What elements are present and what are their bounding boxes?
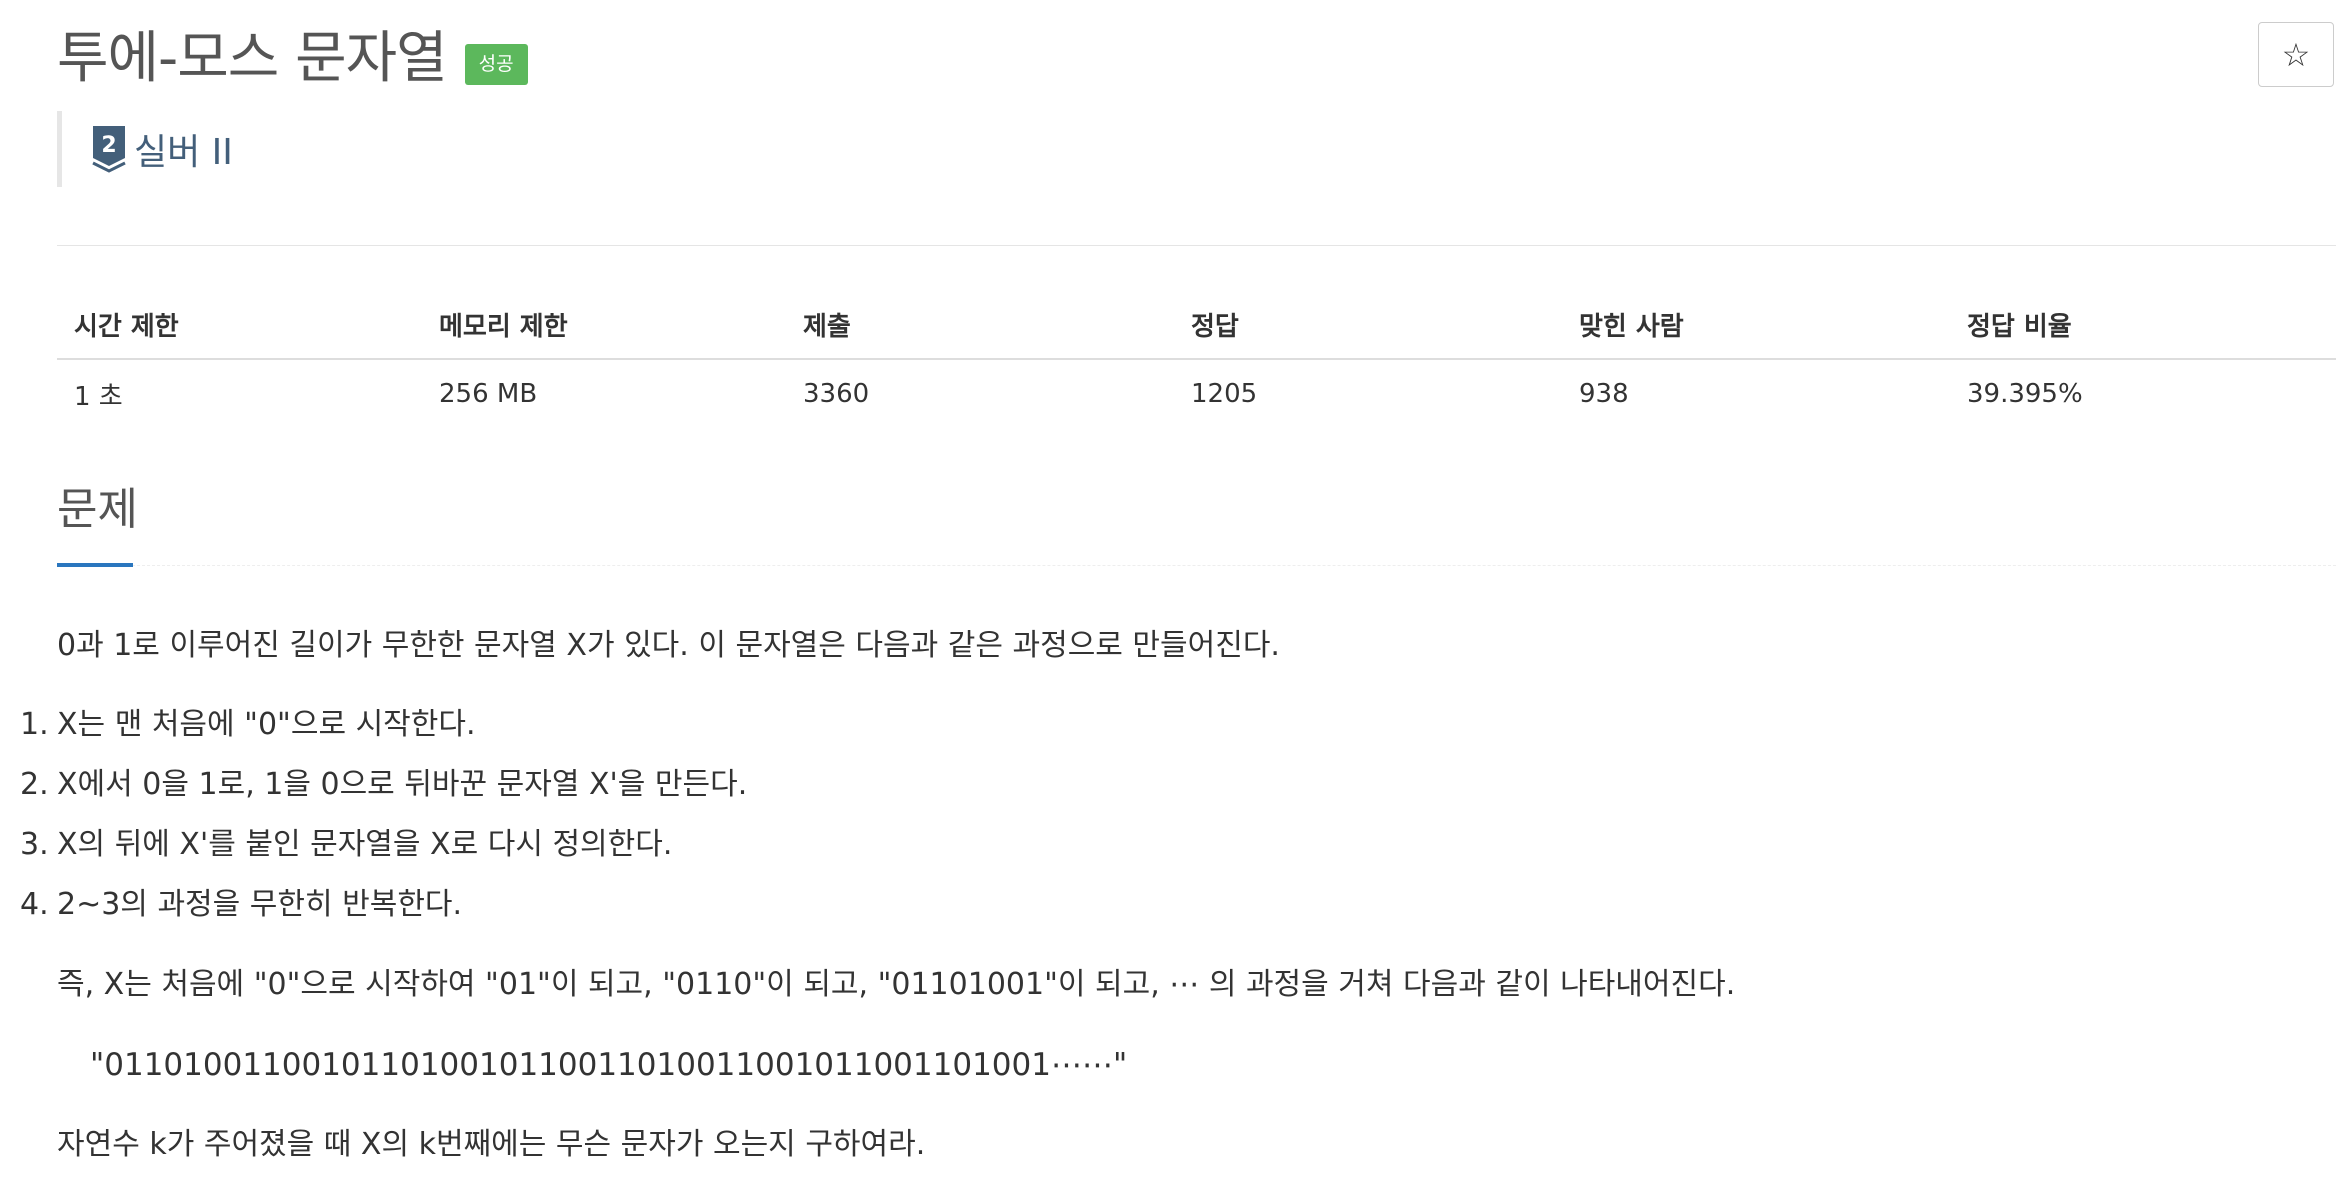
list-item-text: 2~3의 과정을 무한히 반복한다. xyxy=(57,887,463,922)
list-item-number: 3. xyxy=(20,827,49,862)
list-item: 3. X의 뒤에 X'를 붙인 문자열을 X로 다시 정의한다. xyxy=(0,830,747,890)
section-title-underline xyxy=(57,563,133,567)
star-icon: ☆ xyxy=(2281,35,2311,74)
header-accept-ratio: 정답 비율 xyxy=(1967,311,2072,342)
value-accepted: 1205 xyxy=(1191,379,1258,409)
problem-page: 투에-모스 문자열 성공 ☆ 2 실버 II 시간 제한 메모리 제한 제출 정… xyxy=(0,0,2336,1182)
value-time-limit: 1 초 xyxy=(74,381,123,412)
list-item-number: 1. xyxy=(20,707,49,742)
value-solvers: 938 xyxy=(1579,379,1629,409)
header-time-limit: 시간 제한 xyxy=(74,311,179,342)
list-item: 1. X는 맨 처음에 "0"으로 시작한다. xyxy=(0,710,747,770)
section-rule xyxy=(57,565,2336,566)
process-steps: 1. X는 맨 처음에 "0"으로 시작한다. 2. X에서 0을 1로, 1을… xyxy=(0,710,747,950)
silver-tier-shield-icon: 2 xyxy=(92,126,126,173)
section-title: 문제 xyxy=(57,484,138,535)
page-title: 투에-모스 문자열 xyxy=(57,26,448,91)
list-item-text: X의 뒤에 X'를 붙인 문자열을 X로 다시 정의한다. xyxy=(57,827,673,862)
header-submissions: 제출 xyxy=(803,311,851,342)
title-row: 투에-모스 문자열 성공 xyxy=(57,24,528,94)
header-accepted: 정답 xyxy=(1191,311,1239,342)
tier-number: 2 xyxy=(101,133,116,158)
tier-label[interactable]: 실버 II xyxy=(134,123,233,175)
list-item: 4. 2~3의 과정을 무한히 반복한다. xyxy=(0,890,747,950)
example-sequence: "011010011001011010010110011010011001011… xyxy=(90,1047,1128,1083)
favorite-star-button[interactable]: ☆ xyxy=(2258,22,2334,87)
table-row: 1 초 256 MB 3360 1205 938 39.395% xyxy=(57,360,2336,428)
list-item-number: 4. xyxy=(20,887,49,922)
value-accept-ratio: 39.395% xyxy=(1967,379,2083,409)
value-memory-limit: 256 MB xyxy=(439,379,538,409)
divider xyxy=(57,245,2336,246)
header-memory-limit: 메모리 제한 xyxy=(439,311,568,342)
list-item-text: X에서 0을 1로, 1을 0으로 뒤바꾼 문자열 X'을 만든다. xyxy=(57,767,748,802)
list-item-number: 2. xyxy=(20,767,49,802)
list-item: 2. X에서 0을 1로, 1을 0으로 뒤바꾼 문자열 X'을 만든다. xyxy=(0,770,747,830)
list-item-text: X는 맨 처음에 "0"으로 시작한다. xyxy=(57,707,476,742)
table-header-row: 시간 제한 메모리 제한 제출 정답 맞힌 사람 정답 비율 xyxy=(57,290,2336,360)
status-badge: 성공 xyxy=(464,43,528,85)
tier-block: 2 실버 II xyxy=(57,111,233,187)
problem-question: 자연수 k가 주어졌을 때 X의 k번째에는 무슨 문자가 오는지 구하여라. xyxy=(57,1127,926,1162)
problem-intro: 0과 1로 이루어진 길이가 무한한 문자열 X가 있다. 이 문자열은 다음과… xyxy=(57,628,1280,663)
header-solvers: 맞힌 사람 xyxy=(1579,311,1684,342)
value-submissions: 3360 xyxy=(803,379,870,409)
example-intro: 즉, X는 처음에 "0"으로 시작하여 "01"이 되고, "0110"이 되… xyxy=(57,967,1736,1002)
problem-info-table: 시간 제한 메모리 제한 제출 정답 맞힌 사람 정답 비율 1 초 256 M… xyxy=(57,290,2336,428)
